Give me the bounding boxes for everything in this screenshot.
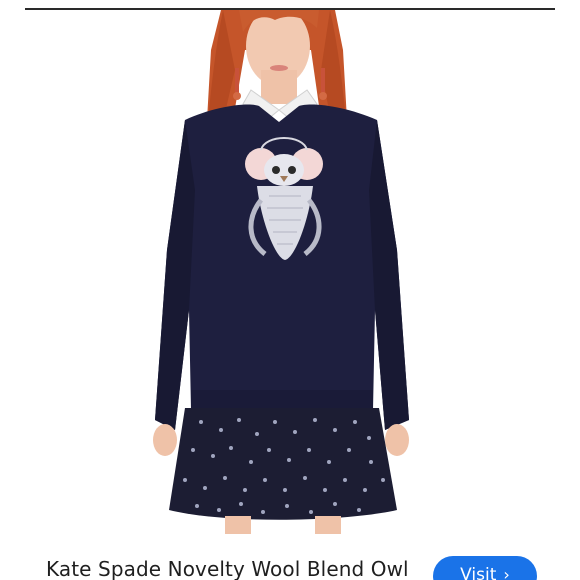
product-title[interactable]: Kate Spade Novelty Wool Blend Owl — [46, 557, 409, 580]
visit-button[interactable]: Visit › — [433, 556, 537, 580]
image-result-card: Kate Spade Novelty Wool Blend Owl Visit … — [0, 0, 580, 580]
chevron-right-icon: › — [503, 565, 510, 580]
product-image[interactable] — [25, 10, 555, 534]
visit-button-label: Visit — [460, 565, 497, 580]
caption-bar: Kate Spade Novelty Wool Blend Owl Visit … — [0, 534, 580, 580]
